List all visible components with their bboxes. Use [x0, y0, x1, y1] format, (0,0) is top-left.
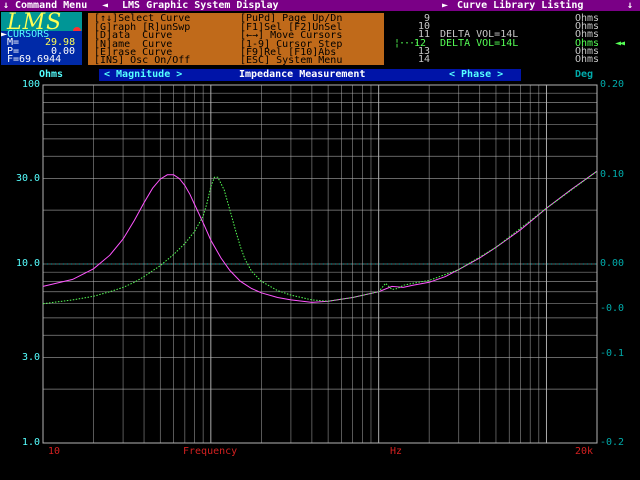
curve-number[interactable]: 14	[418, 55, 430, 65]
title-separator-left: ◄	[102, 0, 109, 11]
curve-name[interactable]: DELTA VOL=14L	[440, 38, 518, 49]
y-tick-label: 3.0	[22, 351, 41, 363]
y2-tick-label: -0.1	[600, 347, 625, 359]
curve-library-arrow-icon[interactable]: ↓	[627, 0, 633, 11]
y-tick-label: 100	[22, 79, 41, 90]
curve-library-list: 9 Ohms 10 Ohms 11 DELTA VOL=14L Ohms 12 ¦···· DEL…	[388, 13, 640, 65]
curve-unit: Ohms	[575, 54, 600, 65]
y2-tick-label: -0.0	[600, 302, 625, 314]
title-separator-right: ►	[442, 0, 449, 11]
curve-library-label[interactable]: Curve Library Listing	[457, 0, 583, 11]
selected-curve-arrow-icon: ◄◄	[615, 37, 625, 49]
y2-tick-label: 0.20	[600, 79, 625, 90]
command-panel: [↑↓]Select Curve [PuPd] Page Up/Dn [G]ra…	[88, 13, 384, 66]
selected-curve-marker-icon: ¦····	[394, 37, 420, 49]
y-tick-label: 30.0	[16, 172, 41, 184]
y2-tick-label: 0.10	[600, 168, 625, 180]
y2-tick-label: -0.2	[600, 437, 625, 448]
cursor-readout: ►CURSORS M= 29.98 P= 0.00 F= 69.6944	[1, 30, 82, 65]
cmd-osc-on-off[interactable]: [INS] Osc On/Off	[94, 56, 190, 66]
y-tick-label: 1.0	[22, 437, 41, 448]
cmd-system-menu[interactable]: [ESC] System Menu	[240, 56, 342, 66]
y2-tick-label: 0.00	[600, 258, 625, 269]
x-axis-label: 10	[48, 446, 61, 457]
x-axis-label: Frequency	[183, 446, 238, 457]
x-axis-label: 20k	[575, 446, 594, 457]
frequency-readout: F= 69.6944	[7, 54, 62, 65]
impedance-chart[interactable]	[0, 80, 640, 480]
window-title: LMS Graphic System Display	[122, 0, 279, 11]
x-axis-label: Hz	[390, 446, 403, 457]
title-bar: ↓ Command Menu ◄ LMS Graphic System Disp…	[0, 0, 640, 11]
y-tick-label: 10.0	[16, 258, 41, 269]
